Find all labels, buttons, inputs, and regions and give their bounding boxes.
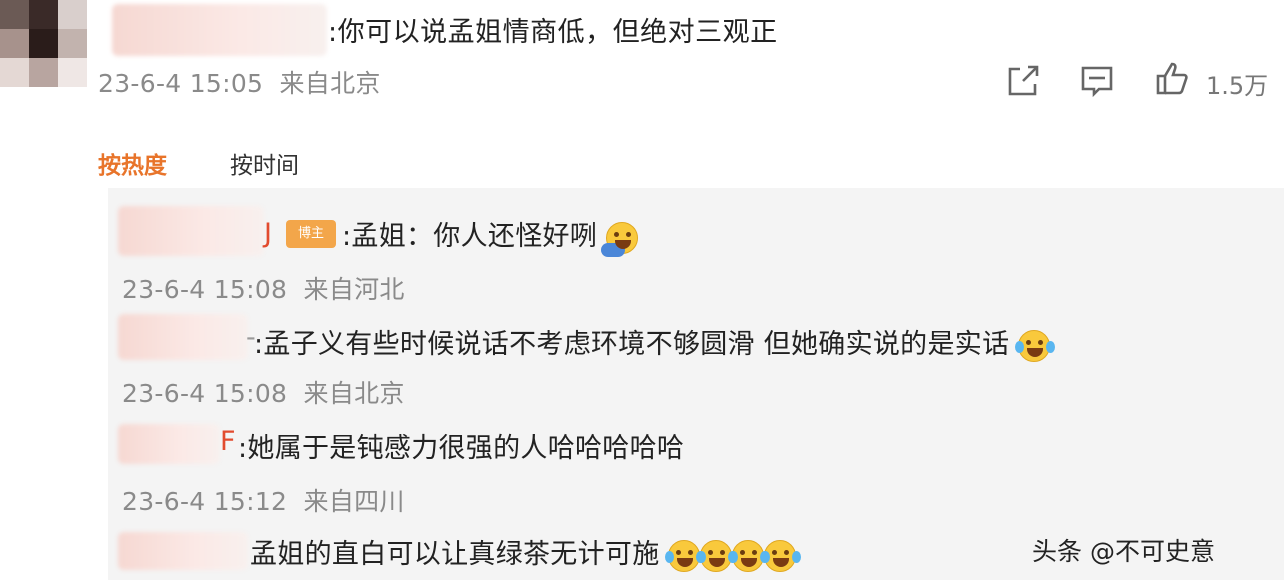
reply-text-content: 孟姐的直白可以让真绿茶无计可施 bbox=[250, 539, 660, 570]
reply-time: 23-6-4 15:12 bbox=[122, 487, 288, 516]
laugh-cry-emoji bbox=[729, 539, 770, 572]
username-blurred[interactable] bbox=[112, 4, 327, 56]
laugh-cry-emoji bbox=[665, 539, 706, 572]
avatar[interactable] bbox=[0, 0, 88, 88]
laugh-cry-emoji bbox=[761, 539, 802, 572]
reply-username-blurred[interactable] bbox=[118, 206, 264, 256]
reply-time: 23-6-4 15:08 bbox=[122, 379, 288, 408]
reply-location: 来自河北 bbox=[303, 275, 405, 304]
comment-location: 来自北京 bbox=[279, 69, 381, 98]
reply-username-blurred[interactable] bbox=[118, 532, 248, 570]
reply-meta: 23-6-4 15:08 来自河北 bbox=[122, 270, 405, 306]
reply-text: :她属于是钝感力很强的人哈哈哈哈哈 bbox=[238, 426, 684, 465]
comment-text: :你可以说孟姐情商低，但绝对三观正 bbox=[328, 17, 778, 48]
reply-time: 23-6-4 15:08 bbox=[122, 275, 288, 304]
face-palm-emoji bbox=[601, 221, 638, 257]
reply-text-content: :孟姐：你人还怪好咧 bbox=[342, 221, 598, 252]
comment-time: 23-6-4 15:05 bbox=[98, 69, 264, 98]
reply-username-blurred[interactable] bbox=[118, 314, 248, 360]
reply-text-content: :孟子义有些时候说话不考虑环境不够圆滑 但她确实说的是实话 bbox=[254, 329, 1010, 360]
tab-sort-hot[interactable]: 按热度 bbox=[98, 146, 167, 180]
reply-text-content: :她属于是钝感力很强的人哈哈哈哈哈 bbox=[238, 433, 685, 464]
like-count: 1.5万 bbox=[1206, 72, 1269, 100]
share-icon[interactable] bbox=[1004, 62, 1042, 100]
reply-name-tail[interactable]: J bbox=[264, 218, 272, 249]
comment-meta: 23-6-4 15:05 来自北京 bbox=[98, 64, 381, 100]
reply-username-blurred[interactable] bbox=[118, 424, 220, 464]
reply-meta: 23-6-4 15:08 来自北京 bbox=[122, 374, 405, 410]
laugh-cry-emoji bbox=[697, 539, 738, 572]
laugh-cry-emoji bbox=[1015, 329, 1056, 362]
tab-sort-time[interactable]: 按时间 bbox=[230, 146, 299, 180]
like-icon[interactable] bbox=[1153, 60, 1191, 98]
reply-location: 来自北京 bbox=[303, 379, 405, 408]
watermark: 头条 @不可史意 bbox=[1032, 537, 1215, 566]
reply-text: :孟姐：你人还怪好咧 bbox=[342, 214, 638, 257]
reply-name-tail[interactable]: F bbox=[220, 426, 236, 457]
blogger-badge: 博主 bbox=[286, 220, 336, 248]
reply-text: :孟子义有些时候说话不考虑环境不够圆滑 但她确实说的是实话 bbox=[254, 322, 1056, 362]
reply-text: 孟姐的直白可以让真绿茶无计可施 bbox=[250, 532, 802, 572]
comment-icon[interactable] bbox=[1078, 62, 1116, 100]
reply-location: 来自四川 bbox=[303, 487, 405, 516]
reply-meta: 23-6-4 15:12 来自四川 bbox=[122, 482, 405, 518]
